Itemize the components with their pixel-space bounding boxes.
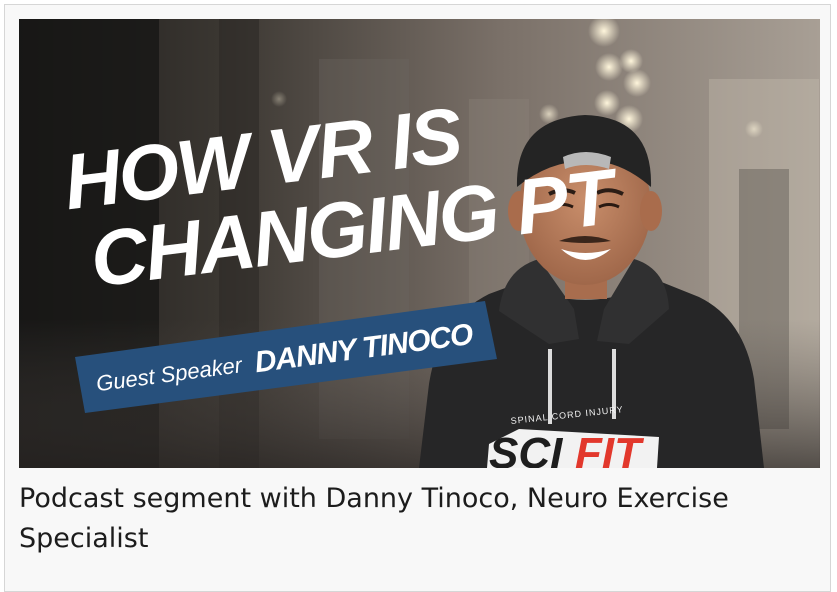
thumbnail-art: SPINAL CORD INJURY SCI FIT HOW VR IS CHA… bbox=[19, 19, 820, 468]
video-card[interactable]: SPINAL CORD INJURY SCI FIT HOW VR IS CHA… bbox=[4, 4, 831, 592]
video-caption: Podcast segment with Danny Tinoco, Neuro… bbox=[19, 483, 729, 554]
shirt-logo-sci-text: SCI bbox=[489, 429, 563, 468]
shirt-logo-fit-text: FIT bbox=[575, 429, 644, 468]
video-thumbnail[interactable]: SPINAL CORD INJURY SCI FIT HOW VR IS CHA… bbox=[19, 19, 820, 468]
